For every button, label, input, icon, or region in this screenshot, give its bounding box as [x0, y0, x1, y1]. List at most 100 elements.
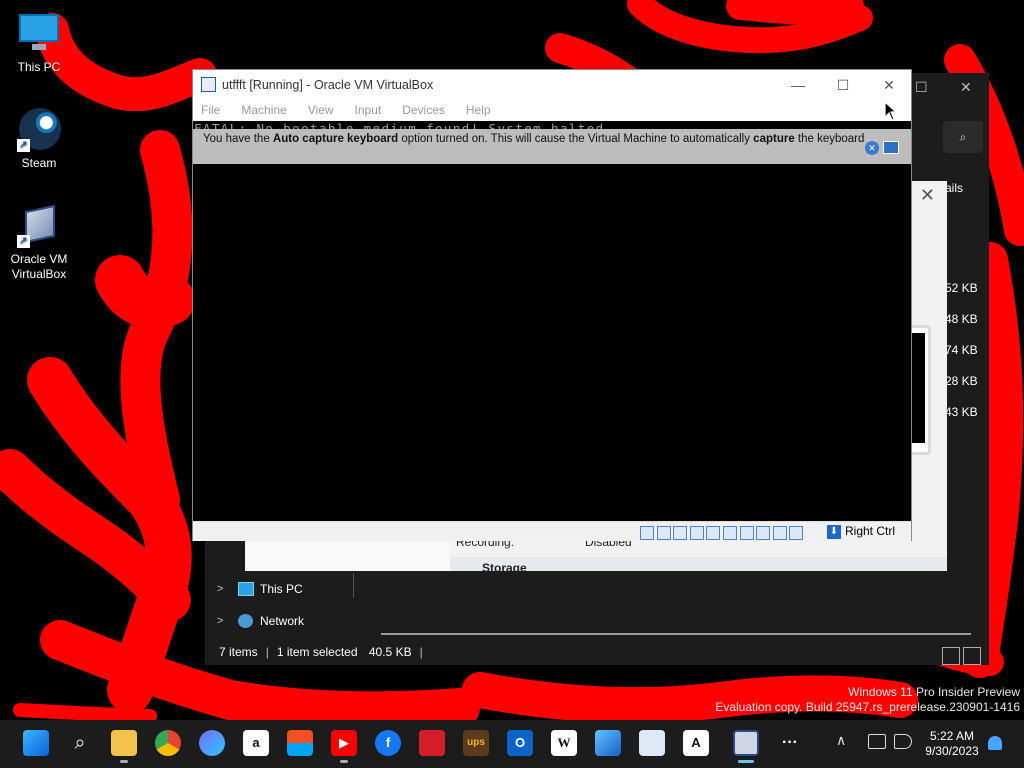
optical-drive-icon[interactable] [656, 525, 671, 540]
active-indicator [738, 760, 754, 763]
start-button-icon[interactable] [23, 730, 49, 756]
close-icon[interactable]: ✕ [920, 185, 935, 206]
minimize-icon[interactable]: — [775, 70, 821, 100]
virtualbox-vm-window: utffft [Running] - Oracle VM VirtualBox … [192, 69, 912, 541]
notice-text: option turned on. This will cause the Vi… [398, 133, 754, 145]
clock-date: 9/30/2023 [925, 744, 979, 758]
more-icon[interactable]: ··· [777, 730, 803, 756]
windows-watermark: Windows 11 Pro Insider Preview Evaluatio… [715, 685, 1020, 715]
wikipedia-icon[interactable]: W [551, 730, 577, 756]
desktop-icon-label: Steam [21, 156, 57, 170]
notice-bold-option: Auto capture keyboard [272, 133, 399, 145]
menu-input[interactable]: Input [355, 103, 382, 117]
keyboard-capture-icon[interactable] [883, 141, 899, 154]
menu-file[interactable]: File [201, 103, 220, 117]
volume-muted-icon[interactable] [894, 734, 912, 749]
host-key-indicator[interactable]: ⬇ Right Ctrl [827, 524, 895, 539]
close-icon[interactable]: ✕ [865, 141, 879, 155]
network-icon [238, 614, 253, 628]
running-indicator [340, 760, 348, 763]
notification-bell-icon[interactable] [988, 736, 1002, 750]
close-icon[interactable]: ✕ [960, 79, 972, 96]
menu-machine[interactable]: Machine [241, 103, 286, 117]
desktop-icon-virtualbox[interactable]: ↗ Oracle VM VirtualBox [1, 204, 77, 282]
stock-chart-icon[interactable] [639, 730, 665, 756]
running-indicator [120, 760, 128, 763]
window-title: utffft [Running] - Oracle VM VirtualBox [222, 78, 434, 92]
maximize-icon[interactable]: ☐ [915, 79, 928, 96]
display-icon[interactable] [739, 525, 754, 540]
photos-icon[interactable] [595, 730, 621, 756]
auto-capture-notice: You have the Auto capture keyboard optio… [193, 129, 911, 164]
item-count: 7 items [219, 645, 258, 659]
notice-bold-capture: capture [753, 133, 795, 145]
search-icon[interactable]: ⌕ [943, 121, 983, 153]
pane-divider[interactable] [353, 573, 354, 598]
network-status-icon[interactable] [868, 734, 886, 749]
chevron-right-icon[interactable]: > [217, 573, 223, 605]
virtualbox-icon: ↗ [17, 204, 61, 248]
audio-icon[interactable] [673, 525, 688, 540]
shared-folders-icon[interactable] [722, 525, 737, 540]
menu-devices[interactable]: Devices [402, 103, 445, 117]
nav-item-label: Network [260, 614, 305, 628]
tiles-view-icon[interactable] [963, 646, 981, 665]
chevron-right-icon[interactable]: > [217, 605, 223, 637]
horizontal-scrollbar[interactable] [381, 633, 971, 635]
ups-icon[interactable]: ups [463, 730, 489, 756]
desktop: This PC ↗ Steam ↗ Oracle VM VirtualBox ☐… [0, 0, 1024, 768]
microsoft-store-icon[interactable] [287, 730, 313, 756]
watermark-edition: Windows 11 Pro Insider Preview [848, 685, 1020, 699]
selection-count: 1 item selected [276, 645, 358, 659]
desktop-icon-label: This PC [17, 60, 61, 74]
amazon-icon[interactable]: a [243, 730, 269, 756]
desktop-icon-label: Oracle VM VirtualBox [10, 252, 68, 281]
shortcut-arrow-icon: ↗ [17, 139, 30, 152]
chrome-icon[interactable] [155, 730, 181, 756]
menu-bar: File Machine View Input Devices Help [193, 100, 911, 121]
clock-time: 5:22 AM [929, 729, 975, 743]
file-explorer-icon[interactable] [111, 730, 137, 756]
hard-disk-icon[interactable] [640, 525, 654, 540]
youtube-icon[interactable]: ▶ [331, 730, 357, 756]
menu-view[interactable]: View [308, 103, 334, 117]
file-size: 52 KB [945, 281, 978, 295]
file-size: 28 KB [945, 374, 978, 388]
file-size: 74 KB [945, 343, 978, 357]
virtualbox-logo-icon [201, 77, 216, 92]
desktop-icon-this-pc[interactable]: This PC [1, 12, 77, 75]
usb-icon[interactable] [706, 525, 721, 540]
copilot-icon[interactable] [199, 730, 225, 756]
title-bar[interactable]: utffft [Running] - Oracle VM VirtualBox … [193, 70, 911, 100]
storage-section-header[interactable]: Storage [450, 557, 947, 571]
details-tab[interactable]: ails [945, 181, 963, 195]
desktop-icon-steam[interactable]: ↗ Steam [1, 108, 77, 171]
search-icon[interactable]: ⌕ [67, 730, 93, 756]
details-view-icon[interactable] [942, 646, 960, 665]
close-icon[interactable]: ✕ [866, 70, 912, 100]
menu-help[interactable]: Help [466, 103, 491, 117]
cpu-icon[interactable] [772, 525, 787, 540]
navigation-pane: > This PC > Network [205, 573, 355, 637]
network-icon[interactable] [689, 525, 704, 540]
recording-icon[interactable] [756, 525, 771, 540]
nav-item-label: This PC [260, 582, 303, 596]
maximize-icon[interactable]: ☐ [820, 70, 866, 100]
chevron-up-icon[interactable]: ∧ [836, 732, 846, 749]
virtualbox-icon[interactable] [733, 730, 759, 756]
monitor-icon [238, 582, 254, 596]
shortcut-arrow-icon: ↗ [17, 235, 30, 248]
host-key-label: Right Ctrl [845, 524, 896, 538]
watermark-build: Evaluation copy. Build 25947.rs_prerelea… [715, 700, 1020, 714]
nav-item-this-pc[interactable]: > This PC [205, 573, 355, 605]
adobe-icon[interactable]: A [683, 730, 709, 756]
vm-display[interactable]: FATAL: No bootable medium found! System … [193, 121, 911, 521]
outlook-icon[interactable]: O [507, 730, 533, 756]
bank-of-america-icon[interactable] [419, 730, 445, 756]
nav-item-network[interactable]: > Network [205, 605, 355, 637]
clock[interactable]: 5:22 AM 9/30/2023 [920, 729, 984, 759]
status-bar: 7 items | 1 item selected 40.5 KB | [205, 640, 989, 665]
facebook-icon[interactable]: f [375, 730, 401, 756]
mouse-integration-icon[interactable] [789, 525, 804, 540]
selection-size: 40.5 KB [368, 645, 412, 659]
